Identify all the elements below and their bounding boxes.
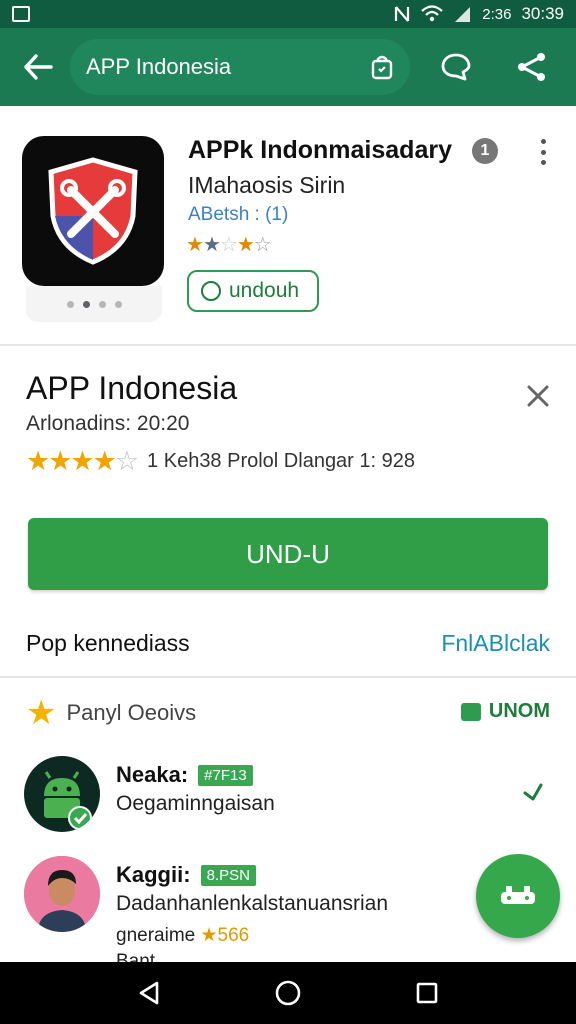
search-text: APP Indonesia [86, 54, 232, 79]
card-title: APPk Indonmaisadary [188, 136, 452, 164]
share-icon [518, 53, 545, 81]
star-half: ☆ [114, 446, 139, 476]
card-stars: ★★☆★☆ [186, 234, 272, 256]
popular-label: Pop kennediass [26, 630, 190, 656]
pager-dot[interactable] [114, 300, 122, 308]
bag-icon[interactable] [370, 54, 394, 80]
review-subtext: gneraime ★566 [116, 924, 249, 947]
recents-square-icon [416, 982, 437, 1004]
partial-review-text: Bant [116, 951, 156, 962]
top-app-card[interactable]: APPk Indonmaisadary 1 IMahaosis Sirin AB… [0, 106, 576, 346]
pager-dot-active[interactable] [82, 300, 90, 308]
popular-link[interactable]: FnlABlclak [441, 630, 550, 657]
menu-dot-icon [540, 149, 546, 155]
review-item[interactable]: Kaggii: 8.PSN Dadanhanlenkalstanuansrian… [24, 856, 554, 960]
page-title: APP Indonesia [26, 370, 238, 406]
app-meta: Arlonadins: 20:20 [26, 412, 190, 435]
rating-text: 1 Keh38 Prolol Dlangar 1: 928 [147, 450, 416, 472]
shield-tools-icon [48, 157, 138, 265]
card-rating-text: ABetsh : (1) [188, 204, 289, 225]
reviewer-name: Kaggii: 8.PSN [116, 862, 256, 888]
chat-button[interactable] [428, 39, 484, 95]
unduh-label: undouh [229, 279, 300, 302]
review-item[interactable]: Neaka: #7F13 Oegaminngaisan [24, 756, 554, 846]
rating-stars: ★★★★☆ [26, 446, 139, 477]
share-button[interactable] [504, 39, 560, 95]
menu-dot-icon [540, 160, 546, 165]
nav-back-button[interactable] [129, 973, 169, 1013]
pager-dot[interactable] [66, 300, 74, 308]
back-icon [24, 54, 53, 80]
review-subtext-label: gneraime [116, 925, 196, 946]
status-time: 30:39 [521, 4, 564, 23]
status-bar: 2:36 30:39 [0, 0, 576, 28]
nfc-icon [395, 6, 410, 22]
navigation-bar [0, 962, 576, 1024]
chevron-down-icon [523, 783, 543, 801]
gamepad-fab-button[interactable] [476, 854, 560, 938]
gamepad-icon [501, 886, 535, 904]
reviews-header: ★ Panyl Oeoivs [26, 696, 196, 730]
unduh-button[interactable]: undouh [187, 270, 319, 312]
reviews-label: Panyl Oeoivs [66, 700, 197, 725]
install-button[interactable]: UND-U [28, 518, 548, 590]
star-icon: ★ [26, 694, 57, 732]
back-button[interactable] [10, 39, 66, 95]
reviews-action-label: UNOM [488, 700, 550, 722]
pager-dot[interactable] [98, 300, 106, 308]
wifi-icon [421, 5, 443, 22]
review-text: Oegaminngaisan [116, 792, 275, 815]
close-icon [527, 385, 549, 407]
reviewer-chip: 8.PSN [200, 864, 256, 886]
app-logo[interactable] [22, 136, 164, 286]
card-badge: 1 [472, 138, 498, 164]
nav-recents-button[interactable] [407, 973, 447, 1013]
search-box[interactable]: APP Indonesia [70, 39, 410, 95]
android-icon [24, 756, 100, 832]
stars-filled: ★★★★ [26, 446, 117, 476]
menu-dot-icon [540, 139, 546, 144]
reviewer-name: Neaka: #7F13 [116, 762, 253, 788]
expand-button[interactable] [518, 776, 548, 806]
chat-icon [441, 53, 471, 81]
card-subtitle: IMahaosis Sirin [188, 172, 346, 198]
reviewer-name-text: Neaka: [116, 762, 189, 787]
rating-row: ★★★★☆ 1 Keh38 Prolol Dlangar 1: 928 [26, 446, 415, 477]
back-triangle-icon [140, 981, 159, 1005]
reviewer-name-text: Kaggii: [116, 862, 191, 887]
reviewer-chip: #7F13 [198, 764, 253, 786]
signal-icon [455, 7, 471, 22]
person-avatar [24, 856, 100, 932]
image-icon [12, 6, 30, 22]
close-button[interactable] [520, 378, 556, 414]
download-ring-icon [201, 281, 221, 301]
review-score: ★566 [200, 925, 250, 946]
review-text: Dadanhanlenkalstanuansrian [116, 892, 389, 915]
home-circle-icon [275, 980, 301, 1006]
status-icons: 2:36 30:39 [394, 4, 564, 24]
android-small-icon [460, 702, 481, 721]
status-extra: 2:36 [482, 5, 512, 23]
app-bar: APP Indonesia [0, 28, 576, 106]
reviews-action[interactable]: UNOM [460, 700, 550, 723]
more-menu-button[interactable] [528, 136, 558, 168]
screenshot-pager[interactable] [26, 286, 162, 322]
divider [0, 676, 576, 678]
nav-home-button[interactable] [268, 973, 308, 1013]
